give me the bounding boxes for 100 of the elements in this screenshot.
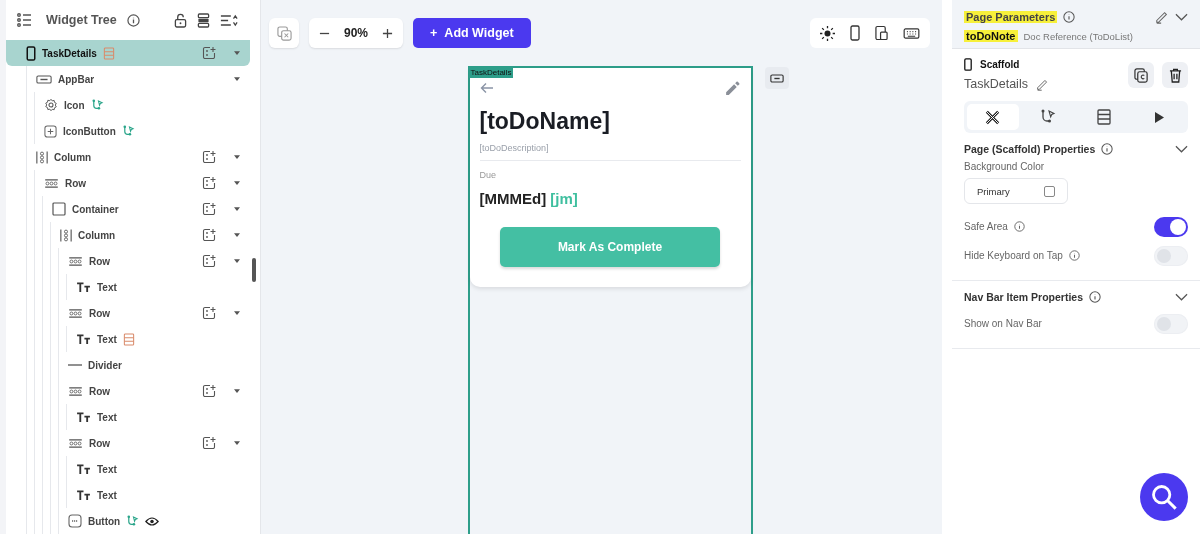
tree-item-label: Button xyxy=(88,515,121,527)
tree-item[interactable]: Text xyxy=(6,404,250,430)
add-child-icon[interactable] xyxy=(202,436,216,450)
toggle-switch[interactable] xyxy=(1154,245,1188,266)
tree-item[interactable]: Row xyxy=(6,378,250,404)
info-icon[interactable] xyxy=(1101,143,1114,155)
parameter-name: toDoNote xyxy=(964,30,1018,42)
delete-button[interactable] xyxy=(1162,62,1188,88)
caret-icon[interactable] xyxy=(234,51,240,55)
info-icon[interactable] xyxy=(126,13,140,27)
caret-icon[interactable] xyxy=(234,77,240,81)
back-arrow-icon[interactable] xyxy=(479,82,494,94)
row-icon xyxy=(68,256,83,266)
list-icon xyxy=(16,12,32,28)
caret-icon[interactable] xyxy=(234,233,240,237)
chevron-icon[interactable] xyxy=(1175,145,1188,153)
tablet-icon[interactable] xyxy=(875,25,888,41)
tree-item[interactable]: Container xyxy=(6,196,250,222)
add-child-icon[interactable] xyxy=(202,228,216,242)
add-child-icon[interactable] xyxy=(202,176,216,190)
text-icon xyxy=(76,411,91,423)
add-child-icon[interactable] xyxy=(202,306,216,320)
keyboard-icon[interactable] xyxy=(903,27,920,39)
tree-item-label: Text xyxy=(97,489,117,501)
tree-item[interactable]: IconButton xyxy=(6,118,250,144)
task-description: [toDoDescription] xyxy=(479,143,550,153)
toggle-switch[interactable] xyxy=(1154,313,1188,334)
tree-item-label: Text xyxy=(97,333,117,345)
chevron-down-icon[interactable] xyxy=(1175,13,1188,21)
tree-item[interactable]: TaskDetails xyxy=(6,40,250,66)
scrollbar-thumb[interactable] xyxy=(252,258,256,282)
sun-icon[interactable] xyxy=(820,25,835,41)
tree-item[interactable]: Text xyxy=(6,274,250,300)
tree-item-label: Text xyxy=(97,463,117,475)
tree-item[interactable]: Text xyxy=(6,482,250,508)
pencil-icon[interactable] xyxy=(723,79,741,97)
tree-item-label: Icon xyxy=(64,99,85,111)
caret-icon[interactable] xyxy=(234,441,240,445)
tree-item[interactable]: Row xyxy=(6,170,250,196)
pencil-icon[interactable] xyxy=(1035,77,1049,91)
tree-item[interactable]: Row xyxy=(6,248,250,274)
appbar-toggle-button[interactable] xyxy=(764,67,789,89)
add-child-icon[interactable] xyxy=(202,254,216,268)
database-icon[interactable] xyxy=(197,12,210,28)
due-label: Due xyxy=(479,170,497,180)
pencil-icon[interactable] xyxy=(1155,10,1169,24)
info-icon[interactable] xyxy=(1063,11,1076,23)
tree-item[interactable]: Column xyxy=(6,144,250,170)
zoom-in-icon[interactable] xyxy=(382,27,394,39)
phone-icon xyxy=(26,45,36,61)
widget-name: TaskDetails xyxy=(964,77,1028,91)
tree-item[interactable]: Icon xyxy=(6,92,250,118)
tree-item[interactable]: Row xyxy=(6,430,250,456)
toggle-switch[interactable] xyxy=(1154,216,1188,237)
appbar-icon xyxy=(769,73,784,83)
field-label: Hide Keyboard on Tap xyxy=(964,250,1063,261)
section-title: Nav Bar Item Properties xyxy=(964,291,1084,303)
design-tab[interactable] xyxy=(967,104,1019,130)
tree-item-label: Row xyxy=(89,437,111,449)
tree-item[interactable]: Divider xyxy=(6,352,250,378)
chevron-icon[interactable] xyxy=(1175,293,1188,301)
copy-button[interactable] xyxy=(1128,62,1154,88)
row-icon xyxy=(68,308,83,318)
info-icon[interactable] xyxy=(1089,291,1102,303)
tree-item-label: TaskDetails xyxy=(42,47,97,59)
tree-item-label: Divider xyxy=(88,359,122,371)
caret-icon[interactable] xyxy=(234,259,240,263)
parameter-type: Doc Reference (ToDoList) xyxy=(1023,30,1133,42)
phone-icon xyxy=(964,58,972,71)
add-widget-button[interactable]: + Add Widget xyxy=(413,18,531,48)
add-child-icon[interactable] xyxy=(202,384,216,398)
color-field[interactable]: Primary xyxy=(964,178,1068,204)
tree-item[interactable]: AppBar xyxy=(6,66,250,92)
tree-item[interactable]: Row xyxy=(6,300,250,326)
database-icon xyxy=(122,332,135,346)
tree-item[interactable]: Text xyxy=(6,326,250,352)
tree-item[interactable]: Column xyxy=(6,222,250,248)
caret-icon[interactable] xyxy=(234,389,240,393)
caret-icon[interactable] xyxy=(234,311,240,315)
lock-icon[interactable] xyxy=(174,12,187,28)
caret-icon[interactable] xyxy=(234,155,240,159)
text-icon xyxy=(76,281,91,293)
add-child-icon[interactable] xyxy=(202,150,216,164)
caret-icon[interactable] xyxy=(234,181,240,185)
caret-icon[interactable] xyxy=(234,207,240,211)
field-label: Safe Area xyxy=(964,221,1008,232)
section-title: Page Parameters xyxy=(964,11,1058,23)
add-child-icon[interactable] xyxy=(202,202,216,216)
tree-item-label: IconButton xyxy=(63,125,116,137)
plus-box-icon xyxy=(44,124,57,138)
text-icon xyxy=(76,333,91,345)
widget-type: Scaffold xyxy=(980,59,1020,70)
tree-item[interactable]: Text xyxy=(6,456,250,482)
text-icon xyxy=(76,489,91,501)
row-icon xyxy=(68,438,83,448)
phone-icon[interactable] xyxy=(850,25,860,41)
tree-item[interactable]: Button xyxy=(6,508,250,534)
sort-icon[interactable] xyxy=(220,13,238,27)
add-child-icon[interactable] xyxy=(202,46,216,60)
trash-icon xyxy=(1168,67,1182,83)
